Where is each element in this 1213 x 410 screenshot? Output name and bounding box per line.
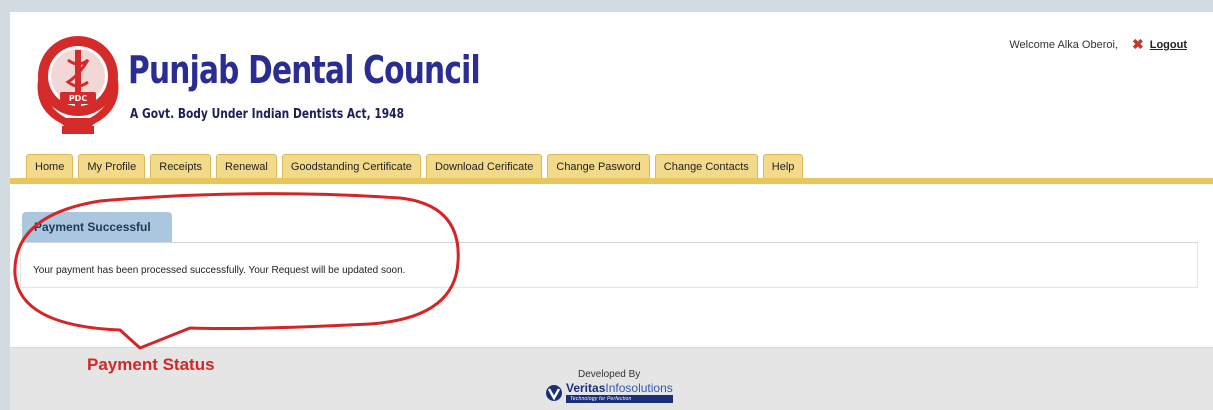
tab-receipts[interactable]: Receipts xyxy=(150,154,212,179)
developer-tagline: Technology for Perfection xyxy=(566,395,673,403)
tab-help[interactable]: Help xyxy=(762,154,804,179)
user-welcome: Welcome Alka Oberoi, ✖ Logout xyxy=(1009,36,1187,53)
developer-name-bold: Veritas xyxy=(566,381,606,395)
tab-home[interactable]: Home xyxy=(26,154,74,179)
tab-download-certificate[interactable]: Download Cerificate xyxy=(425,154,543,179)
page-frame: PDC Punjab Dental Council A Govt. Body U… xyxy=(10,12,1213,410)
main-nav: Home My Profile Receipts Renewal Goodsta… xyxy=(10,154,804,179)
veritas-logo-icon xyxy=(546,384,562,401)
developer-name-light: Infosolutions xyxy=(605,381,673,395)
main-content: Payment Successful Your payment has been… xyxy=(10,184,1213,344)
payment-status-panel: Your payment has been processed successf… xyxy=(20,242,1198,288)
developed-by-label: Developed By xyxy=(578,369,641,380)
payment-message: Your payment has been processed successf… xyxy=(33,265,406,276)
seal-center-text: PDC xyxy=(69,94,88,103)
developer-name: VeritasInfosolutions xyxy=(566,382,673,394)
tab-change-contacts[interactable]: Change Contacts xyxy=(654,154,758,179)
tab-change-password[interactable]: Change Pasword xyxy=(547,154,650,179)
tab-goodstanding-certificate[interactable]: Goodstanding Certificate xyxy=(281,154,421,179)
developer-logo[interactable]: VeritasInfosolutions Technology for Perf… xyxy=(545,382,673,403)
site-title: Punjab Dental Council xyxy=(128,48,481,92)
site-subtitle: A Govt. Body Under Indian Dentists Act, … xyxy=(130,107,404,122)
header: PDC Punjab Dental Council A Govt. Body U… xyxy=(10,12,1213,184)
panel-title-tab: Payment Successful xyxy=(22,212,172,242)
logout-x-icon[interactable]: ✖ xyxy=(1132,36,1144,53)
logout-link[interactable]: Logout xyxy=(1150,39,1187,51)
tab-renewal[interactable]: Renewal xyxy=(216,154,277,179)
annotation-label: Payment Status xyxy=(87,355,215,374)
council-seal-logo: PDC xyxy=(37,36,119,134)
welcome-text: Welcome Alka Oberoi, xyxy=(1009,38,1118,51)
tab-my-profile[interactable]: My Profile xyxy=(78,154,146,179)
